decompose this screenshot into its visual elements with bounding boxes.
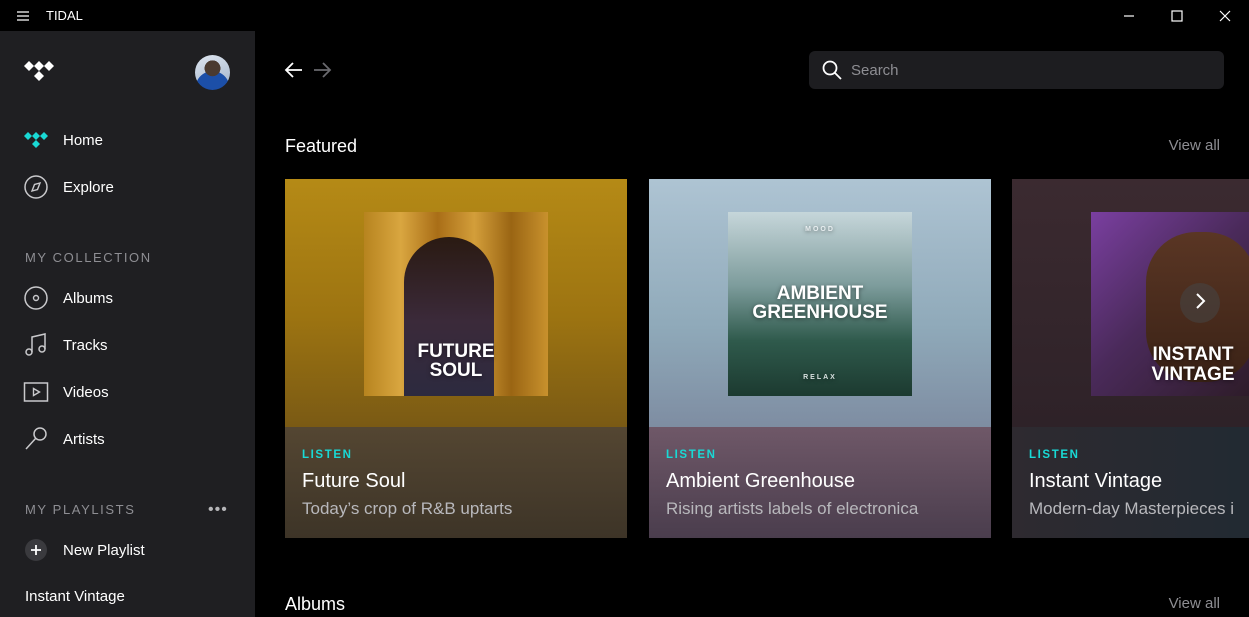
title-bar: TIDAL [0,0,1249,31]
search-icon [821,59,843,81]
cover-top-label: MOOD [805,226,835,233]
my-playlists-heading: MY PLAYLISTS [25,502,136,517]
sidebar-item-label: Artists [63,430,105,448]
cover-title-line: VINTAGE [1151,364,1235,385]
microphone-icon [23,426,49,452]
plus-icon [23,537,49,563]
tidal-icon [23,127,49,153]
cover-title-line: SOUL [429,360,483,381]
album-icon [23,285,49,311]
featured-card-ambient-greenhouse[interactable]: MOOD AMBIENT GREENHOUSE RELAX LISTEN Amb… [649,179,991,538]
ambient-greenhouse-cover: MOOD AMBIENT GREENHOUSE RELAX [728,212,912,396]
window-title: TIDAL [46,8,83,23]
card-title: Instant Vintage [1029,470,1163,492]
tidal-logo-icon[interactable] [22,59,56,88]
compass-icon [23,174,49,200]
sidebar-item-label: Home [63,131,104,149]
albums-view-all-link[interactable]: View all [1169,595,1220,612]
card-info: LISTEN Future Soul Today’s crop of R&B u… [285,427,627,538]
sidebar: Home Explore MY COLLECTION Albums Tracks… [0,31,255,617]
future-soul-cover: FUTURE SOUL [364,212,548,396]
card-artwork: MOOD AMBIENT GREENHOUSE RELAX [649,179,991,427]
featured-title: Featured [285,136,358,156]
sidebar-item-tracks[interactable]: Tracks [23,330,107,360]
cover-title-line: GREENHOUSE [752,302,888,323]
chevron-right-icon [1193,292,1207,315]
card-tag: LISTEN [302,449,353,461]
featured-view-all-link[interactable]: View all [1169,137,1220,154]
music-note-icon [23,332,49,358]
back-arrow-icon[interactable] [283,59,305,81]
maximize-button[interactable] [1153,0,1201,31]
forward-arrow-icon[interactable] [311,59,333,81]
new-playlist-label: New Playlist [63,541,145,559]
cover-title-line: AMBIENT [776,283,864,304]
carousel-next-button[interactable] [1180,283,1220,323]
search-input[interactable] [851,61,1211,79]
new-playlist-button[interactable]: New Playlist [23,535,145,565]
video-icon [23,379,49,405]
sidebar-item-label: Tracks [63,336,108,354]
sidebar-item-label: Albums [63,289,114,307]
card-description: Rising artists labels of electronica [666,499,919,518]
cover-bottom-label: RELAX [803,374,837,381]
sidebar-item-label: Explore [63,178,114,196]
sidebar-item-videos[interactable]: Videos [23,377,109,407]
card-tag: LISTEN [1029,449,1080,461]
sidebar-item-label: Videos [63,383,109,401]
card-title: Future Soul [302,470,406,492]
cover-title-line: FUTURE [417,341,495,362]
instant-vintage-cover: INSTANT VINTAGE [1091,212,1249,396]
card-info: LISTEN Instant Vintage Modern-day Master… [1012,427,1249,538]
main-content: Featured View all FUTURE SOUL LISTEN Fut… [255,31,1249,617]
user-avatar[interactable] [195,55,230,90]
card-description: Today’s crop of R&B uptarts [302,499,513,518]
albums-title: Albums [285,594,346,614]
sidebar-item-explore[interactable]: Explore [23,172,114,202]
playlist-item[interactable]: Instant Vintage [25,588,125,605]
card-info: LISTEN Ambient Greenhouse Rising artists… [649,427,991,538]
card-title: Ambient Greenhouse [666,470,856,492]
search-bar[interactable] [809,51,1224,89]
minimize-button[interactable] [1105,0,1153,31]
sidebar-item-home[interactable]: Home [23,125,103,155]
my-collection-heading: MY COLLECTION [25,250,152,265]
sidebar-item-albums[interactable]: Albums [23,283,113,313]
featured-card-future-soul[interactable]: FUTURE SOUL LISTEN Future Soul Today’s c… [285,179,627,538]
hamburger-menu-icon[interactable] [0,0,46,31]
card-artwork: FUTURE SOUL [285,179,627,427]
card-description: Modern-day Masterpieces i [1029,499,1235,518]
playlists-more-button[interactable]: ••• [208,501,228,519]
card-tag: LISTEN [666,449,717,461]
cover-title-line: INSTANT [1152,344,1234,365]
featured-card-instant-vintage[interactable]: INSTANT VINTAGE LISTEN Instant Vintage M… [1012,179,1249,538]
close-button[interactable] [1201,0,1249,31]
sidebar-item-artists[interactable]: Artists [23,424,105,454]
